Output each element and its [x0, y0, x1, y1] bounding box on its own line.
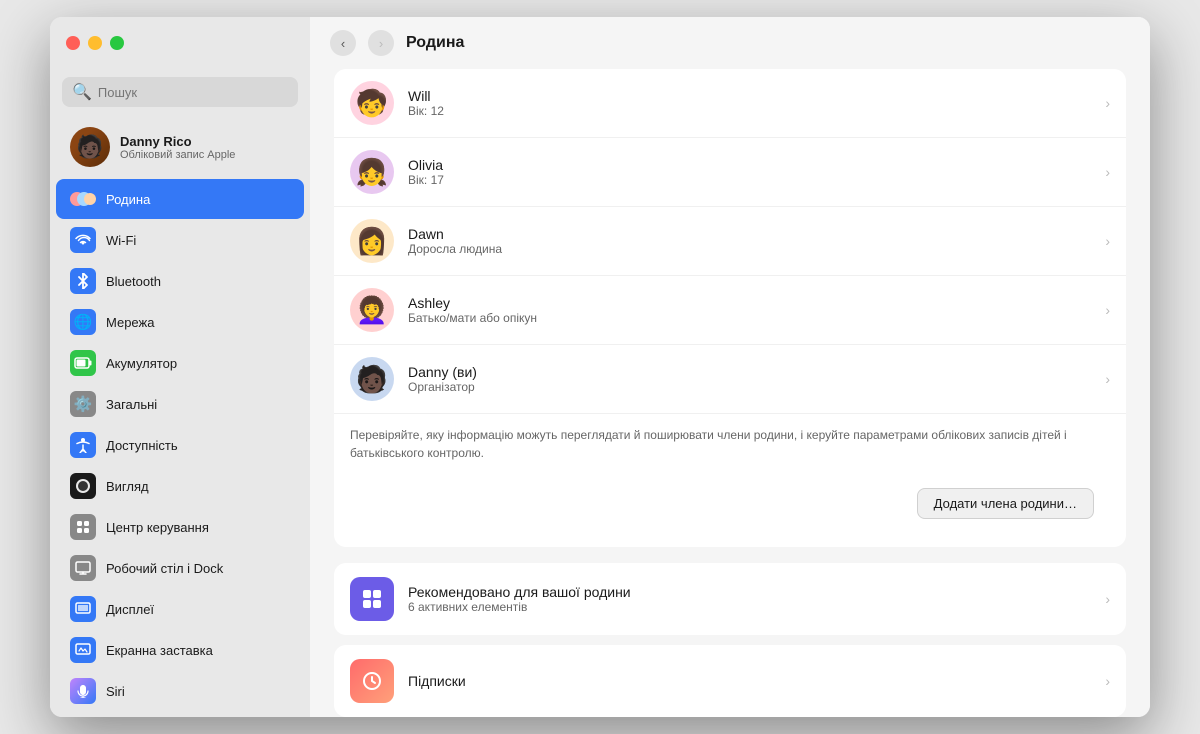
- recommendations-name: Рекомендовано для вашої родини: [408, 584, 1091, 600]
- control-icon: [70, 514, 96, 540]
- member-role-ashley: Батько/мати або опікун: [408, 311, 1091, 325]
- forward-button[interactable]: ›: [368, 30, 394, 56]
- subscriptions-icon: [350, 659, 394, 703]
- chevron-right-icon: ›: [1105, 371, 1110, 387]
- main-body: 🧒 Will Вік: 12 › 👧 Olivia Вік: 17 ›: [310, 69, 1150, 717]
- member-name-danny: Danny (ви): [408, 364, 1091, 380]
- appearance-icon: [70, 473, 96, 499]
- battery-icon: [70, 350, 96, 376]
- sidebar-item-battery[interactable]: Акумулятор: [56, 343, 304, 383]
- account-name: Danny Rico: [120, 134, 235, 149]
- sidebar-item-accessibility[interactable]: Доступність: [56, 425, 304, 465]
- member-avatar-dawn: 👩: [350, 219, 394, 263]
- sidebar-item-desktop[interactable]: Робочий стіл і Dock: [56, 548, 304, 588]
- sidebar-item-screensaver[interactable]: Екранна заставка: [56, 630, 304, 670]
- sidebar-label-family: Родина: [106, 192, 150, 207]
- member-row-will[interactable]: 🧒 Will Вік: 12 ›: [334, 69, 1126, 138]
- avatar: 🧑🏿: [70, 127, 110, 167]
- sidebar-item-display[interactable]: Дисплеї: [56, 589, 304, 629]
- recommendations-icon: [350, 577, 394, 621]
- search-input[interactable]: [98, 85, 288, 100]
- member-row-danny[interactable]: 🧑🏿 Danny (ви) Організатор ›: [334, 345, 1126, 414]
- sidebar-label-appearance: Вигляд: [106, 479, 149, 494]
- minimize-button[interactable]: [88, 36, 102, 50]
- sidebar-label-accessibility: Доступність: [106, 438, 178, 453]
- member-avatar-danny: 🧑🏿: [350, 357, 394, 401]
- traffic-lights: [66, 36, 124, 50]
- chevron-right-icon: ›: [1105, 673, 1110, 689]
- member-name-ashley: Ashley: [408, 295, 1091, 311]
- member-row-ashley[interactable]: 👩‍🦱 Ashley Батько/мати або опікун ›: [334, 276, 1126, 345]
- sidebar-label-general: Загальні: [106, 397, 157, 412]
- sidebar-label-screensaver: Екранна заставка: [106, 643, 213, 658]
- page-title: Родина: [406, 34, 464, 52]
- sidebar-label-display: Дисплеї: [106, 602, 154, 617]
- subscriptions-name: Підписки: [408, 673, 1091, 689]
- member-row-olivia[interactable]: 👧 Olivia Вік: 17 ›: [334, 138, 1126, 207]
- sidebar: 🔍 🧑🏿 Danny Rico Обліковий запис Apple Ро…: [50, 17, 310, 717]
- member-role-dawn: Доросла людина: [408, 242, 1091, 256]
- main-content: ‹ › Родина 🧒 Will Вік: 12 › 👧: [310, 17, 1150, 717]
- member-name-will: Will: [408, 88, 1091, 104]
- member-role-olivia: Вік: 17: [408, 173, 1091, 187]
- bluetooth-icon: [70, 268, 96, 294]
- titlebar: [50, 17, 310, 69]
- general-icon: ⚙️: [70, 391, 96, 417]
- sidebar-item-family[interactable]: Родина: [56, 179, 304, 219]
- sidebar-label-control: Центр керування: [106, 520, 209, 535]
- family-icon: [70, 186, 96, 212]
- recommendations-card: Рекомендовано для вашої родини 6 активни…: [334, 563, 1126, 635]
- main-titlebar: ‹ › Родина: [310, 17, 1150, 69]
- sidebar-label-wifi: Wi-Fi: [106, 233, 136, 248]
- member-avatar-olivia: 👧: [350, 150, 394, 194]
- sidebar-item-siri[interactable]: Siri: [56, 671, 304, 711]
- sidebar-item-bluetooth[interactable]: Bluetooth: [56, 261, 304, 301]
- sidebar-label-bluetooth: Bluetooth: [106, 274, 161, 289]
- network-icon: 🌐: [70, 309, 96, 335]
- chevron-right-icon: ›: [1105, 591, 1110, 607]
- account-row[interactable]: 🧑🏿 Danny Rico Обліковий запис Apple: [56, 119, 304, 175]
- member-role-will: Вік: 12: [408, 104, 1091, 118]
- accessibility-icon: [70, 432, 96, 458]
- sidebar-label-desktop: Робочий стіл і Dock: [106, 561, 223, 576]
- chevron-right-icon: ›: [1105, 95, 1110, 111]
- sidebar-label-network: Мережа: [106, 315, 154, 330]
- recommendations-row[interactable]: Рекомендовано для вашої родини 6 активни…: [334, 563, 1126, 635]
- sidebar-label-battery: Акумулятор: [106, 356, 177, 371]
- desktop-icon: [70, 555, 96, 581]
- recommendations-sub: 6 активних елементів: [408, 600, 1091, 614]
- sidebar-item-appearance[interactable]: Вигляд: [56, 466, 304, 506]
- family-members-card: 🧒 Will Вік: 12 › 👧 Olivia Вік: 17 ›: [334, 69, 1126, 547]
- add-member-button[interactable]: Додати члена родини…: [917, 488, 1094, 519]
- sidebar-item-network[interactable]: 🌐 Мережа: [56, 302, 304, 342]
- screensaver-icon: [70, 637, 96, 663]
- display-icon: [70, 596, 96, 622]
- member-row-dawn[interactable]: 👩 Dawn Доросла людина ›: [334, 207, 1126, 276]
- siri-icon: [70, 678, 96, 704]
- sidebar-item-wifi[interactable]: Wi-Fi: [56, 220, 304, 260]
- chevron-right-icon: ›: [1105, 164, 1110, 180]
- member-avatar-will: 🧒: [350, 81, 394, 125]
- sidebar-item-control[interactable]: Центр керування: [56, 507, 304, 547]
- description-text: Перевіряйте, яку інформацію можуть перег…: [334, 414, 1126, 462]
- member-name-olivia: Olivia: [408, 157, 1091, 173]
- subscriptions-card: Підписки ›: [334, 645, 1126, 717]
- main-window: 🔍 🧑🏿 Danny Rico Обліковий запис Apple Ро…: [50, 17, 1150, 717]
- chevron-right-icon: ›: [1105, 233, 1110, 249]
- account-sub: Обліковий запис Apple: [120, 149, 235, 161]
- chevron-right-icon: ›: [1105, 302, 1110, 318]
- sidebar-item-general[interactable]: ⚙️ Загальні: [56, 384, 304, 424]
- wifi-icon: [70, 227, 96, 253]
- member-name-dawn: Dawn: [408, 226, 1091, 242]
- back-button[interactable]: ‹: [330, 30, 356, 56]
- maximize-button[interactable]: [110, 36, 124, 50]
- search-box[interactable]: 🔍: [62, 77, 298, 107]
- subscriptions-row[interactable]: Підписки ›: [334, 645, 1126, 717]
- member-avatar-ashley: 👩‍🦱: [350, 288, 394, 332]
- close-button[interactable]: [66, 36, 80, 50]
- sidebar-label-siri: Siri: [106, 684, 125, 699]
- search-icon: 🔍: [72, 82, 92, 102]
- member-role-danny: Організатор: [408, 380, 1091, 394]
